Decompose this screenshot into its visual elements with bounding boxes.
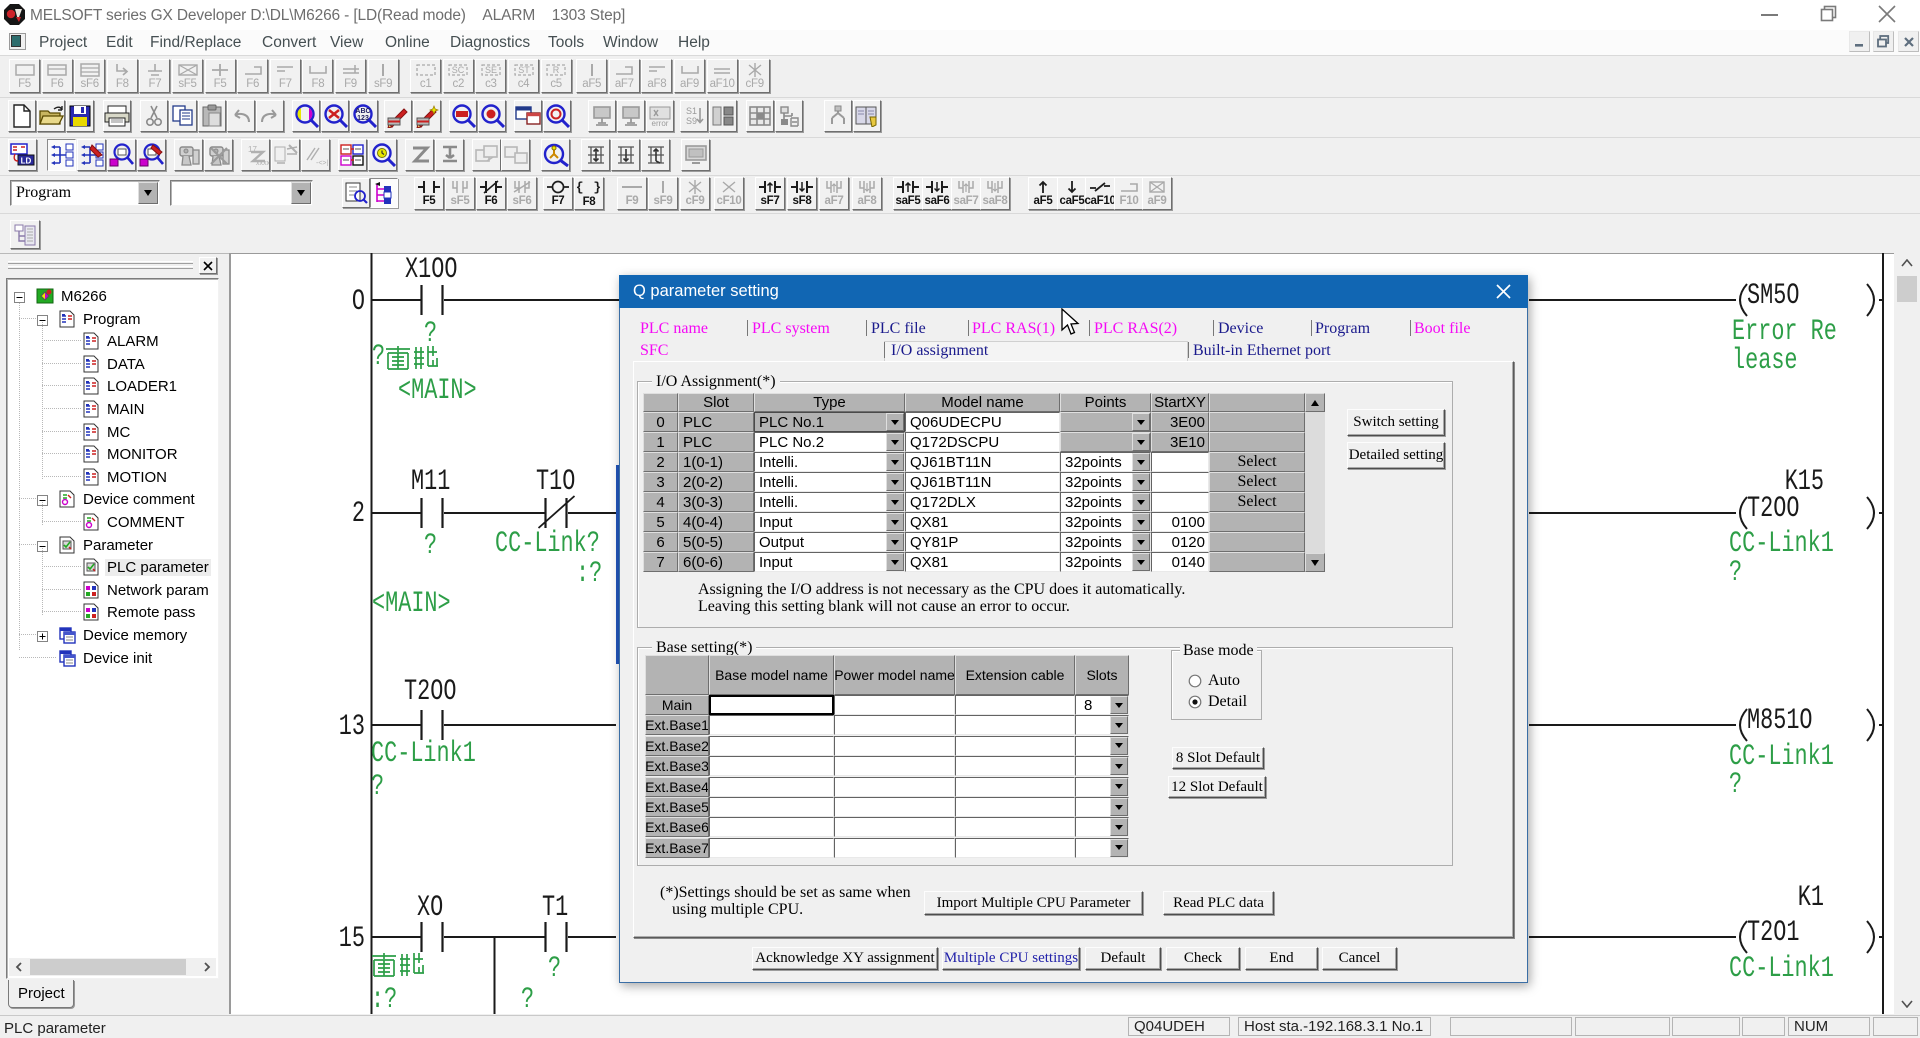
svg-text:-<>|: -<>| — [316, 160, 329, 166]
svg-text:123: 123 — [357, 115, 369, 122]
svg-text:R: R — [553, 65, 560, 75]
svg-text:xxxx: xxxx — [256, 160, 269, 166]
svg-text:S1: S1 — [686, 106, 697, 116]
svg-text:S9: S9 — [686, 116, 697, 126]
svg-text:error: error — [652, 119, 669, 127]
svg-text:ST: ST — [518, 65, 530, 75]
svg-text:ABC: ABC — [355, 108, 370, 115]
svg-text:LD: LD — [20, 157, 31, 166]
svg-text:SC: SC — [452, 65, 465, 75]
svg-text:SE: SE — [485, 65, 497, 75]
